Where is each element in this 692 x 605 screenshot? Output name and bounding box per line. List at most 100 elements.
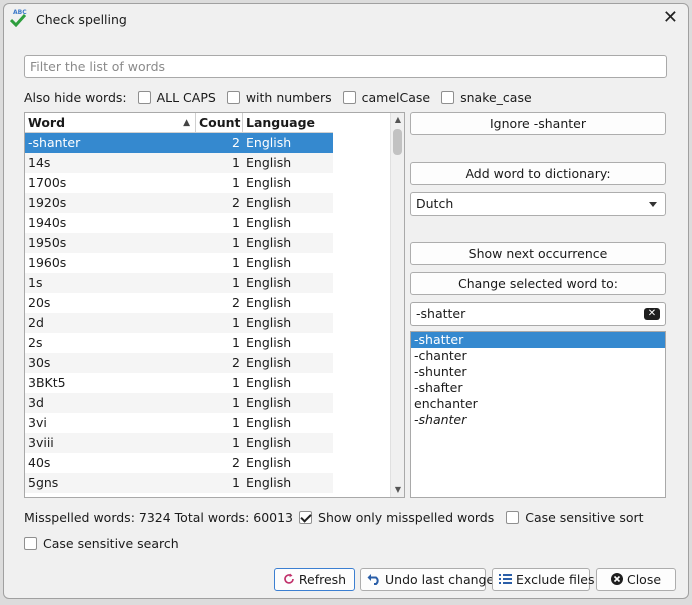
refresh-icon: [283, 570, 295, 591]
column-header-language[interactable]: Language: [243, 113, 333, 133]
misspelled-words-table: Word ▲ Count Language -shanter 2 English 1 4…: [24, 112, 405, 498]
column-header-word[interactable]: Word ▲: [25, 113, 196, 133]
camelcase-checkbox[interactable]: [342, 90, 356, 104]
cell-count: 1: [232, 175, 240, 190]
dictionary-select[interactable]: Dutch: [410, 192, 666, 216]
cell-language: English: [246, 155, 292, 170]
table-rows: -shanter 2 English 14s 1 English 1700s 1 English…: [25, 133, 333, 493]
cell-word: 1700s: [28, 175, 67, 190]
table-row[interactable]: 40s 2 English: [25, 453, 333, 473]
cell-count: 2: [232, 295, 240, 310]
cell-language: English: [246, 255, 292, 270]
table-row[interactable]: 1940s 1 English: [25, 213, 333, 233]
table-row[interactable]: 1920s 2 English: [25, 193, 333, 213]
filter-words-input[interactable]: [24, 55, 667, 78]
cell-word: 20s: [28, 295, 51, 310]
with-numbers-label: with numbers: [245, 89, 332, 105]
cell-word: 3d: [28, 395, 44, 410]
snake-case-checkbox[interactable]: [441, 90, 455, 104]
table-scrollbar[interactable]: ▲ ▼: [390, 113, 404, 497]
cell-word: 3vi: [28, 415, 47, 430]
cell-language: English: [246, 475, 292, 490]
suggestion-item[interactable]: enchanter: [411, 396, 665, 412]
case-sensitive-search-checkbox[interactable]: [24, 536, 37, 550]
column-header-count[interactable]: Count: [196, 113, 243, 133]
cell-count: 2: [232, 195, 240, 210]
cell-language: English: [246, 395, 292, 410]
window-title: Check spelling: [36, 11, 127, 27]
cell-language: English: [246, 455, 292, 470]
table-row[interactable]: 1700s 1 English: [25, 173, 333, 193]
suggestion-item[interactable]: -shunter: [411, 364, 665, 380]
case-sensitive-search-label: Case sensitive search: [43, 535, 179, 551]
show-next-occurrence-button[interactable]: Show next occurrence: [410, 242, 666, 265]
cell-count: 1: [232, 155, 240, 170]
with-numbers-checkbox[interactable]: [226, 90, 240, 104]
cell-language: English: [246, 275, 292, 290]
cell-word: 1920s: [28, 195, 67, 210]
scroll-down-icon[interactable]: ▼: [391, 483, 404, 497]
undo-last-change-button[interactable]: Undo last change: [360, 568, 494, 591]
cell-word: -shanter: [28, 135, 81, 150]
chevron-down-icon: [649, 202, 657, 207]
window-close-icon[interactable]: ✕: [663, 9, 678, 27]
table-row[interactable]: 5gns 1 English: [25, 473, 333, 493]
all-caps-checkbox[interactable]: [137, 90, 151, 104]
hide-words-label: Also hide words:: [24, 89, 127, 105]
hide-words-row: Also hide words: ALL CAPS with numbers c…: [24, 88, 543, 106]
title-bar: ABC Check spelling ✕: [4, 4, 688, 34]
table-row[interactable]: 20s 2 English: [25, 293, 333, 313]
table-row[interactable]: 3vi 1 English: [25, 413, 333, 433]
table-row[interactable]: 3d 1 English: [25, 393, 333, 413]
change-selected-word-button[interactable]: Change selected word to:: [410, 272, 666, 295]
table-row[interactable]: 2s 1 English: [25, 333, 333, 353]
suggestion-item[interactable]: -shatter: [411, 332, 665, 348]
replacement-word-input[interactable]: -shatter ✕: [410, 302, 666, 326]
table-row[interactable]: 14s 1 English: [25, 153, 333, 173]
cell-language: English: [246, 375, 292, 390]
add-to-dictionary-button[interactable]: Add word to dictionary:: [410, 162, 666, 185]
show-only-misspelled-checkbox[interactable]: [299, 510, 313, 524]
clear-input-icon[interactable]: ✕: [644, 308, 660, 320]
table-row[interactable]: 3viii 1 English: [25, 433, 333, 453]
suggestion-item[interactable]: -chanter: [411, 348, 665, 364]
show-only-misspelled-label: Show only misspelled words: [318, 509, 495, 525]
cell-count: 1: [232, 215, 240, 230]
cell-language: English: [246, 235, 292, 250]
close-button[interactable]: Close: [596, 568, 676, 591]
table-row[interactable]: 1s 1 English: [25, 273, 333, 293]
cell-language: English: [246, 215, 292, 230]
cell-word: 1940s: [28, 215, 67, 230]
scrollbar-thumb[interactable]: [393, 129, 402, 155]
cell-count: 1: [232, 235, 240, 250]
cell-word: 3viii: [28, 435, 54, 450]
cell-count: 1: [232, 415, 240, 430]
cell-count: 2: [232, 355, 240, 370]
cell-count: 2: [232, 135, 240, 150]
suggestions-list: -shatter -chanter -shunter -shafter enchante…: [410, 331, 666, 498]
cell-language: English: [246, 295, 292, 310]
table-row[interactable]: 1950s 1 English: [25, 233, 333, 253]
refresh-button[interactable]: Refresh: [274, 568, 355, 591]
table-row[interactable]: 30s 2 English: [25, 353, 333, 373]
exclude-files-button[interactable]: Exclude files: [492, 568, 595, 591]
table-row[interactable]: 3BKt5 1 English: [25, 373, 333, 393]
table-row[interactable]: -shanter 2 English: [25, 133, 333, 153]
camelcase-label: camelCase: [361, 89, 431, 105]
cell-count: 1: [232, 315, 240, 330]
suggestion-item[interactable]: -shafter: [411, 380, 665, 396]
suggestion-item[interactable]: -shanter: [411, 412, 665, 428]
cell-count: 1: [232, 475, 240, 490]
table-row[interactable]: 1960s 1 English: [25, 253, 333, 273]
case-sensitive-sort-checkbox[interactable]: [506, 510, 520, 524]
table-header: Word ▲ Count Language: [25, 113, 333, 133]
cell-count: 1: [232, 275, 240, 290]
list-icon: [499, 570, 512, 591]
cell-language: English: [246, 355, 292, 370]
scroll-up-icon[interactable]: ▲: [391, 113, 404, 127]
ignore-word-button[interactable]: Ignore -shanter: [410, 112, 666, 135]
word-count-summary: Misspelled words: 7324 Total words: 6001…: [24, 509, 294, 525]
cell-language: English: [246, 175, 292, 190]
table-row[interactable]: 2d 1 English: [25, 313, 333, 333]
cell-language: English: [246, 315, 292, 330]
